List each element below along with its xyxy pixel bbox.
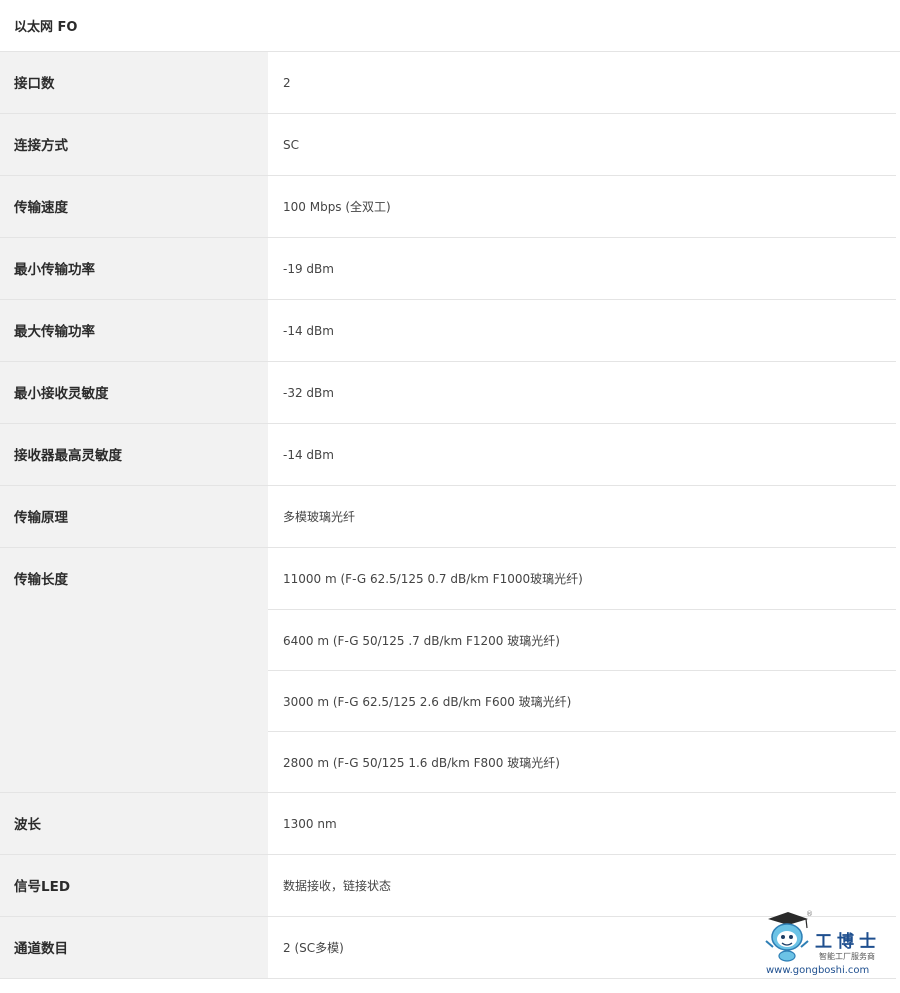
spec-row: 连接方式 SC (0, 114, 896, 176)
spec-value: 多模玻璃光纤 (283, 510, 356, 524)
spec-label: 通道数目 (0, 917, 268, 978)
spec-values: 2 (268, 52, 896, 113)
section-header: 以太网 FO (0, 0, 900, 52)
spec-value: 11000 m (F-G 62.5/125 0.7 dB/km F1000玻璃光… (283, 572, 583, 586)
spec-value: -32 dBm (283, 385, 334, 400)
spec-row: 接口数 2 (0, 52, 896, 114)
spec-label: 最大传输功率 (0, 300, 268, 361)
spec-row: 传输速度 100 Mbps (全双工) (0, 176, 896, 238)
spec-values: 100 Mbps (全双工) (268, 176, 896, 237)
spec-value: -19 dBm (283, 261, 334, 276)
spec-values: -19 dBm (268, 238, 896, 299)
spec-value: 100 Mbps (全双工) (283, 200, 391, 214)
spec-label: 最小传输功率 (0, 238, 268, 299)
spec-values: 数据接收，链接状态 (268, 855, 896, 916)
spec-value: 2800 m (F-G 50/125 1.6 dB/km F800 玻璃光纤) (268, 731, 896, 792)
spec-values: -14 dBm (268, 424, 896, 485)
spec-value: 6400 m (F-G 50/125 .7 dB/km F1200 玻璃光纤) (268, 609, 896, 670)
spec-row: 传输长度 11000 m (F-G 62.5/125 0.7 dB/km F100… (0, 548, 896, 793)
brand-name: 工博士 (815, 932, 881, 952)
spec-value: 数据接收，链接状态 (283, 879, 392, 893)
spec-values: -32 dBm (268, 362, 896, 423)
spec-row: 接收器最高灵敏度 -14 dBm (0, 424, 896, 486)
spec-label: 连接方式 (0, 114, 268, 175)
spec-row: 传输原理 多模玻璃光纤 (0, 486, 896, 548)
watermark-logo: ® 工博士 智能工厂服务商 www.gongboshi.com (762, 908, 892, 984)
brand-url: www.gongboshi.com (766, 965, 870, 976)
registered-mark: ® (806, 910, 813, 918)
spec-values: -14 dBm (268, 300, 896, 361)
spec-label: 信号LED (0, 855, 268, 916)
spec-label: 最小接收灵敏度 (0, 362, 268, 423)
spec-value: -14 dBm (283, 447, 334, 462)
spec-row: 最大传输功率 -14 dBm (0, 300, 896, 362)
spec-values: 多模玻璃光纤 (268, 486, 896, 547)
brand-tagline: 智能工厂服务商 (819, 952, 875, 961)
spec-label: 传输原理 (0, 486, 268, 547)
spec-values: 1300 nm (268, 793, 896, 854)
spec-label: 接收器最高灵敏度 (0, 424, 268, 485)
spec-row: 波长 1300 nm (0, 793, 896, 855)
spec-label: 波长 (0, 793, 268, 854)
spec-value: 3000 m (F-G 62.5/125 2.6 dB/km F600 玻璃光纤… (268, 670, 896, 731)
spec-label: 传输速度 (0, 176, 268, 237)
spec-values: SC (268, 114, 896, 175)
section-title: 以太网 FO (14, 20, 78, 35)
spec-value: SC (283, 137, 299, 152)
spec-label: 传输长度 (0, 548, 268, 792)
spec-value: 2 (283, 75, 291, 90)
spec-label: 接口数 (0, 52, 268, 113)
robot-mascot-icon (765, 912, 809, 962)
spec-value: 1300 nm (283, 816, 337, 831)
spec-value: -14 dBm (283, 323, 334, 338)
spec-row: 最小接收灵敏度 -32 dBm (0, 362, 896, 424)
spec-row: 最小传输功率 -19 dBm (0, 238, 896, 300)
spec-table: 接口数 2 连接方式 SC 传输速度 100 Mbps (全双工) 最小传输功率 -19 dB… (0, 52, 896, 979)
spec-values: 11000 m (F-G 62.5/125 0.7 dB/km F1000玻璃光… (268, 548, 896, 792)
